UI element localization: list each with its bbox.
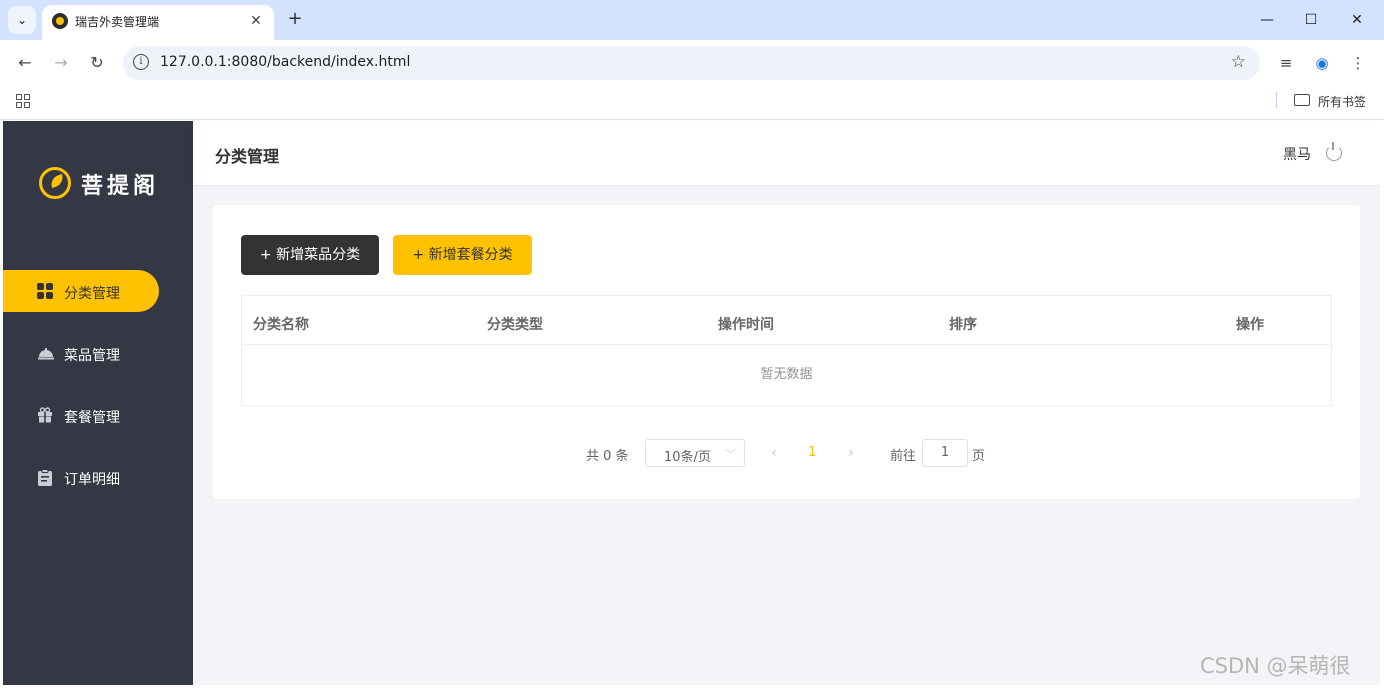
favicon-icon <box>52 13 68 29</box>
sidebar-item-label: 分类管理 <box>64 286 120 302</box>
dish-icon <box>37 345 54 361</box>
tab-title: 瑞吉外卖管理端 <box>75 15 160 29</box>
pagination: 共 0 条 10条/页 ﹀ ‹ 1 › 前往 1 页 <box>213 439 1360 467</box>
sidebar-item-dish[interactable]: 菜品管理 <box>3 332 159 374</box>
add-combo-category-button[interactable]: + 新增套餐分类 <box>393 235 532 275</box>
page-size-value: 10条/页 <box>664 450 711 465</box>
new-tab-button[interactable]: + <box>284 8 306 30</box>
profile-icon[interactable]: ◉ <box>1310 52 1334 74</box>
goto-label: 前往 <box>890 449 917 464</box>
column-header-time: 操作时间 <box>718 317 774 333</box>
watermark: CSDN @呆萌很 <box>1200 654 1351 678</box>
more-icon[interactable]: ⋮ <box>1346 52 1370 74</box>
power-icon[interactable] <box>1326 142 1342 161</box>
forward-icon[interactable]: → <box>47 49 75 77</box>
close-icon[interactable]: ✕ <box>246 11 266 31</box>
chevron-right-icon[interactable]: › <box>841 442 861 464</box>
column-header-actions: 操作 <box>1236 317 1264 333</box>
goto-page-input[interactable]: 1 <box>922 439 968 467</box>
back-icon[interactable]: ← <box>11 49 39 77</box>
sidebar-item-orders[interactable]: 订单明细 <box>3 456 159 498</box>
content-card: + 新增菜品分类 + 新增套餐分类 分类名称 分类类型 操作时间 排序 操作 暂… <box>213 205 1360 499</box>
browser-tab-bar: ⌄ 瑞吉外卖管理端 ✕ + — ☐ ✕ <box>0 0 1384 40</box>
category-table: 分类名称 分类类型 操作时间 排序 操作 暂无数据 <box>241 295 1332 406</box>
page-suffix-label: 页 <box>972 449 986 464</box>
bookmarks-separator <box>1276 92 1277 108</box>
window-close-icon[interactable]: ✕ <box>1342 6 1372 34</box>
page-size-select[interactable]: 10条/页 ﹀ <box>645 439 745 467</box>
app-root: 菩提阁 分类管理 菜品管理 套餐管理 订单明细 分类管理 黑马 + 新增菜品分类… <box>3 121 1380 685</box>
pagination-total: 共 0 条 <box>586 449 629 464</box>
window-border-right <box>1380 121 1384 688</box>
browser-tab[interactable]: 瑞吉外卖管理端 ✕ <box>42 5 274 40</box>
empty-text: 暂无数据 <box>760 367 813 382</box>
apps-icon[interactable] <box>16 94 30 108</box>
logo-icon <box>39 167 71 199</box>
folder-icon[interactable] <box>1294 94 1310 106</box>
chevron-down-icon: ﹀ <box>726 450 736 461</box>
sidebar-item-label: 菜品管理 <box>64 348 120 364</box>
maximize-icon[interactable]: ☐ <box>1296 6 1326 34</box>
gift-icon <box>37 407 53 423</box>
table-header: 分类名称 分类类型 操作时间 排序 操作 <box>242 296 1331 345</box>
info-icon[interactable]: i <box>133 54 149 70</box>
sidebar-item-label: 套餐管理 <box>64 410 120 426</box>
logo: 菩提阁 <box>39 166 169 200</box>
address-bar[interactable]: i 127.0.0.1:8080/backend/index.html ☆ <box>123 46 1260 80</box>
reload-icon[interactable]: ↻ <box>83 49 111 77</box>
sidebar-item-combo[interactable]: 套餐管理 <box>3 394 159 436</box>
column-header-sort: 排序 <box>949 317 977 333</box>
page-title: 分类管理 <box>215 147 280 166</box>
all-bookmarks-label[interactable]: 所有书签 <box>1318 93 1366 110</box>
minimize-icon[interactable]: — <box>1252 6 1282 34</box>
sidebar-item-category[interactable]: 分类管理 <box>3 270 159 312</box>
column-header-type: 分类类型 <box>487 317 543 333</box>
clipboard-icon <box>37 469 53 486</box>
page-number-current[interactable]: 1 <box>808 445 816 460</box>
media-icon[interactable]: ≡ <box>1274 52 1298 74</box>
browser-toolbar: ← → ↻ i 127.0.0.1:8080/backend/index.htm… <box>0 40 1384 86</box>
grid-icon <box>37 283 53 299</box>
column-header-name: 分类名称 <box>253 317 309 333</box>
star-icon[interactable]: ☆ <box>1231 52 1246 72</box>
bookmarks-bar: 所有书签 <box>0 86 1384 120</box>
app-header: 分类管理 黑马 <box>193 121 1380 185</box>
tab-list-icon[interactable]: ⌄ <box>8 6 36 34</box>
chevron-left-icon[interactable]: ‹ <box>764 442 784 464</box>
add-dish-category-button[interactable]: + 新增菜品分类 <box>241 235 379 275</box>
logo-text: 菩提阁 <box>81 174 160 199</box>
sidebar-item-label: 订单明细 <box>64 472 120 488</box>
user-name: 黑马 <box>1283 147 1311 163</box>
sidebar: 菩提阁 分类管理 菜品管理 套餐管理 订单明细 <box>3 121 193 685</box>
url-text[interactable]: 127.0.0.1:8080/backend/index.html <box>160 54 410 70</box>
